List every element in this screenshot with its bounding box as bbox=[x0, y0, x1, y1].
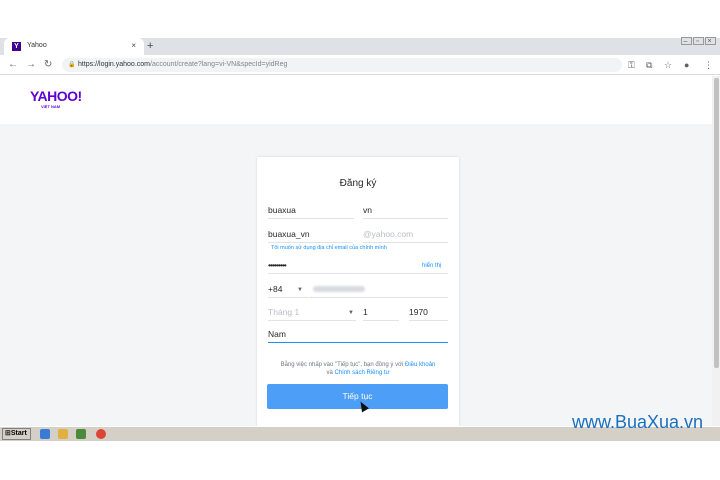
account-icon[interactable]: ● bbox=[684, 59, 689, 71]
chrome-icon[interactable] bbox=[96, 429, 106, 439]
birth-year-input[interactable]: 1970 bbox=[409, 305, 448, 321]
terms-and: và bbox=[326, 370, 333, 376]
reload-icon[interactable]: ↻ bbox=[44, 59, 52, 71]
address-bar: ← → ↻ 🔒 https://login.yahoo.com/account/… bbox=[0, 55, 720, 75]
birth-day-input[interactable]: 1 bbox=[363, 305, 399, 321]
new-tab-button[interactable]: + bbox=[147, 38, 153, 54]
url-input[interactable]: 🔒 https://login.yahoo.com/account/create… bbox=[62, 58, 622, 72]
start-button[interactable]: ⊞Start bbox=[2, 428, 31, 440]
ie-icon[interactable] bbox=[40, 429, 50, 439]
yahoo-logo-region: VIỆT NAM bbox=[41, 104, 61, 109]
yahoo-favicon-icon: Y bbox=[12, 42, 21, 51]
email-domain-suffix: @yahoo.com bbox=[363, 227, 448, 243]
blurred-phone-number bbox=[313, 286, 365, 292]
key-icon[interactable]: ⚿ bbox=[628, 59, 635, 71]
chevron-down-icon: ▼ bbox=[297, 287, 303, 293]
use-own-email-link[interactable]: Tôi muốn sử dụng địa chỉ email của chính… bbox=[271, 245, 387, 251]
url-path: /account/create?lang=vi-VN&specId=yidReg bbox=[150, 61, 288, 68]
terms-link[interactable]: Điều khoản bbox=[405, 362, 435, 368]
close-window-icon[interactable]: × bbox=[705, 37, 716, 45]
start-label: Start bbox=[10, 430, 27, 437]
first-name-input[interactable]: buaxua bbox=[268, 203, 354, 219]
gender-input[interactable]: Nam bbox=[268, 327, 448, 343]
password-input[interactable]: ••••••••• bbox=[268, 258, 448, 274]
signup-card: Đăng ký buaxua vn buaxua_vn @yahoo.com T… bbox=[257, 157, 459, 426]
back-icon[interactable]: ← bbox=[8, 59, 18, 71]
tab-title: Yahoo bbox=[27, 42, 47, 49]
menu-icon[interactable]: ⋮ bbox=[704, 59, 713, 71]
terms-text: Bằng việc nhấp vào "Tiếp tục", bạn đồng … bbox=[277, 361, 439, 377]
form-title: Đăng ký bbox=[339, 178, 377, 189]
folder-icon[interactable] bbox=[58, 429, 68, 439]
privacy-link[interactable]: Chính sách Riêng tư bbox=[334, 370, 389, 376]
media-icon[interactable] bbox=[76, 429, 86, 439]
forward-icon[interactable]: → bbox=[26, 59, 36, 71]
browser-tab[interactable]: Y Yahoo × bbox=[4, 38, 144, 55]
maximize-icon[interactable]: ▫ bbox=[693, 37, 704, 45]
chevron-down-icon: ▼ bbox=[348, 310, 354, 316]
username-input[interactable]: buaxua_vn bbox=[268, 227, 353, 243]
tab-close-icon[interactable]: × bbox=[131, 41, 136, 50]
url-host: https://login.yahoo.com bbox=[78, 61, 150, 68]
lock-icon: 🔒 bbox=[68, 62, 76, 68]
translate-icon[interactable]: ⧉ bbox=[646, 59, 652, 71]
yahoo-header: YAHOO! VIỆT NAM bbox=[0, 76, 712, 124]
terms-prefix: Bằng việc nhấp vào "Tiếp tục", bạn đồng … bbox=[280, 362, 404, 368]
yahoo-logo[interactable]: YAHOO! bbox=[30, 88, 82, 104]
scrollbar-thumb[interactable] bbox=[714, 78, 719, 368]
watermark: www.BuaXua.vn bbox=[572, 412, 704, 432]
window-controls: – ▫ × bbox=[680, 37, 716, 45]
show-password-link[interactable]: hiển thị bbox=[422, 263, 441, 269]
last-name-input[interactable]: vn bbox=[363, 203, 448, 219]
minimize-icon[interactable]: – bbox=[681, 37, 692, 45]
bookmark-star-icon[interactable]: ☆ bbox=[664, 59, 672, 71]
birth-month-select[interactable]: Tháng 1 bbox=[268, 305, 356, 321]
